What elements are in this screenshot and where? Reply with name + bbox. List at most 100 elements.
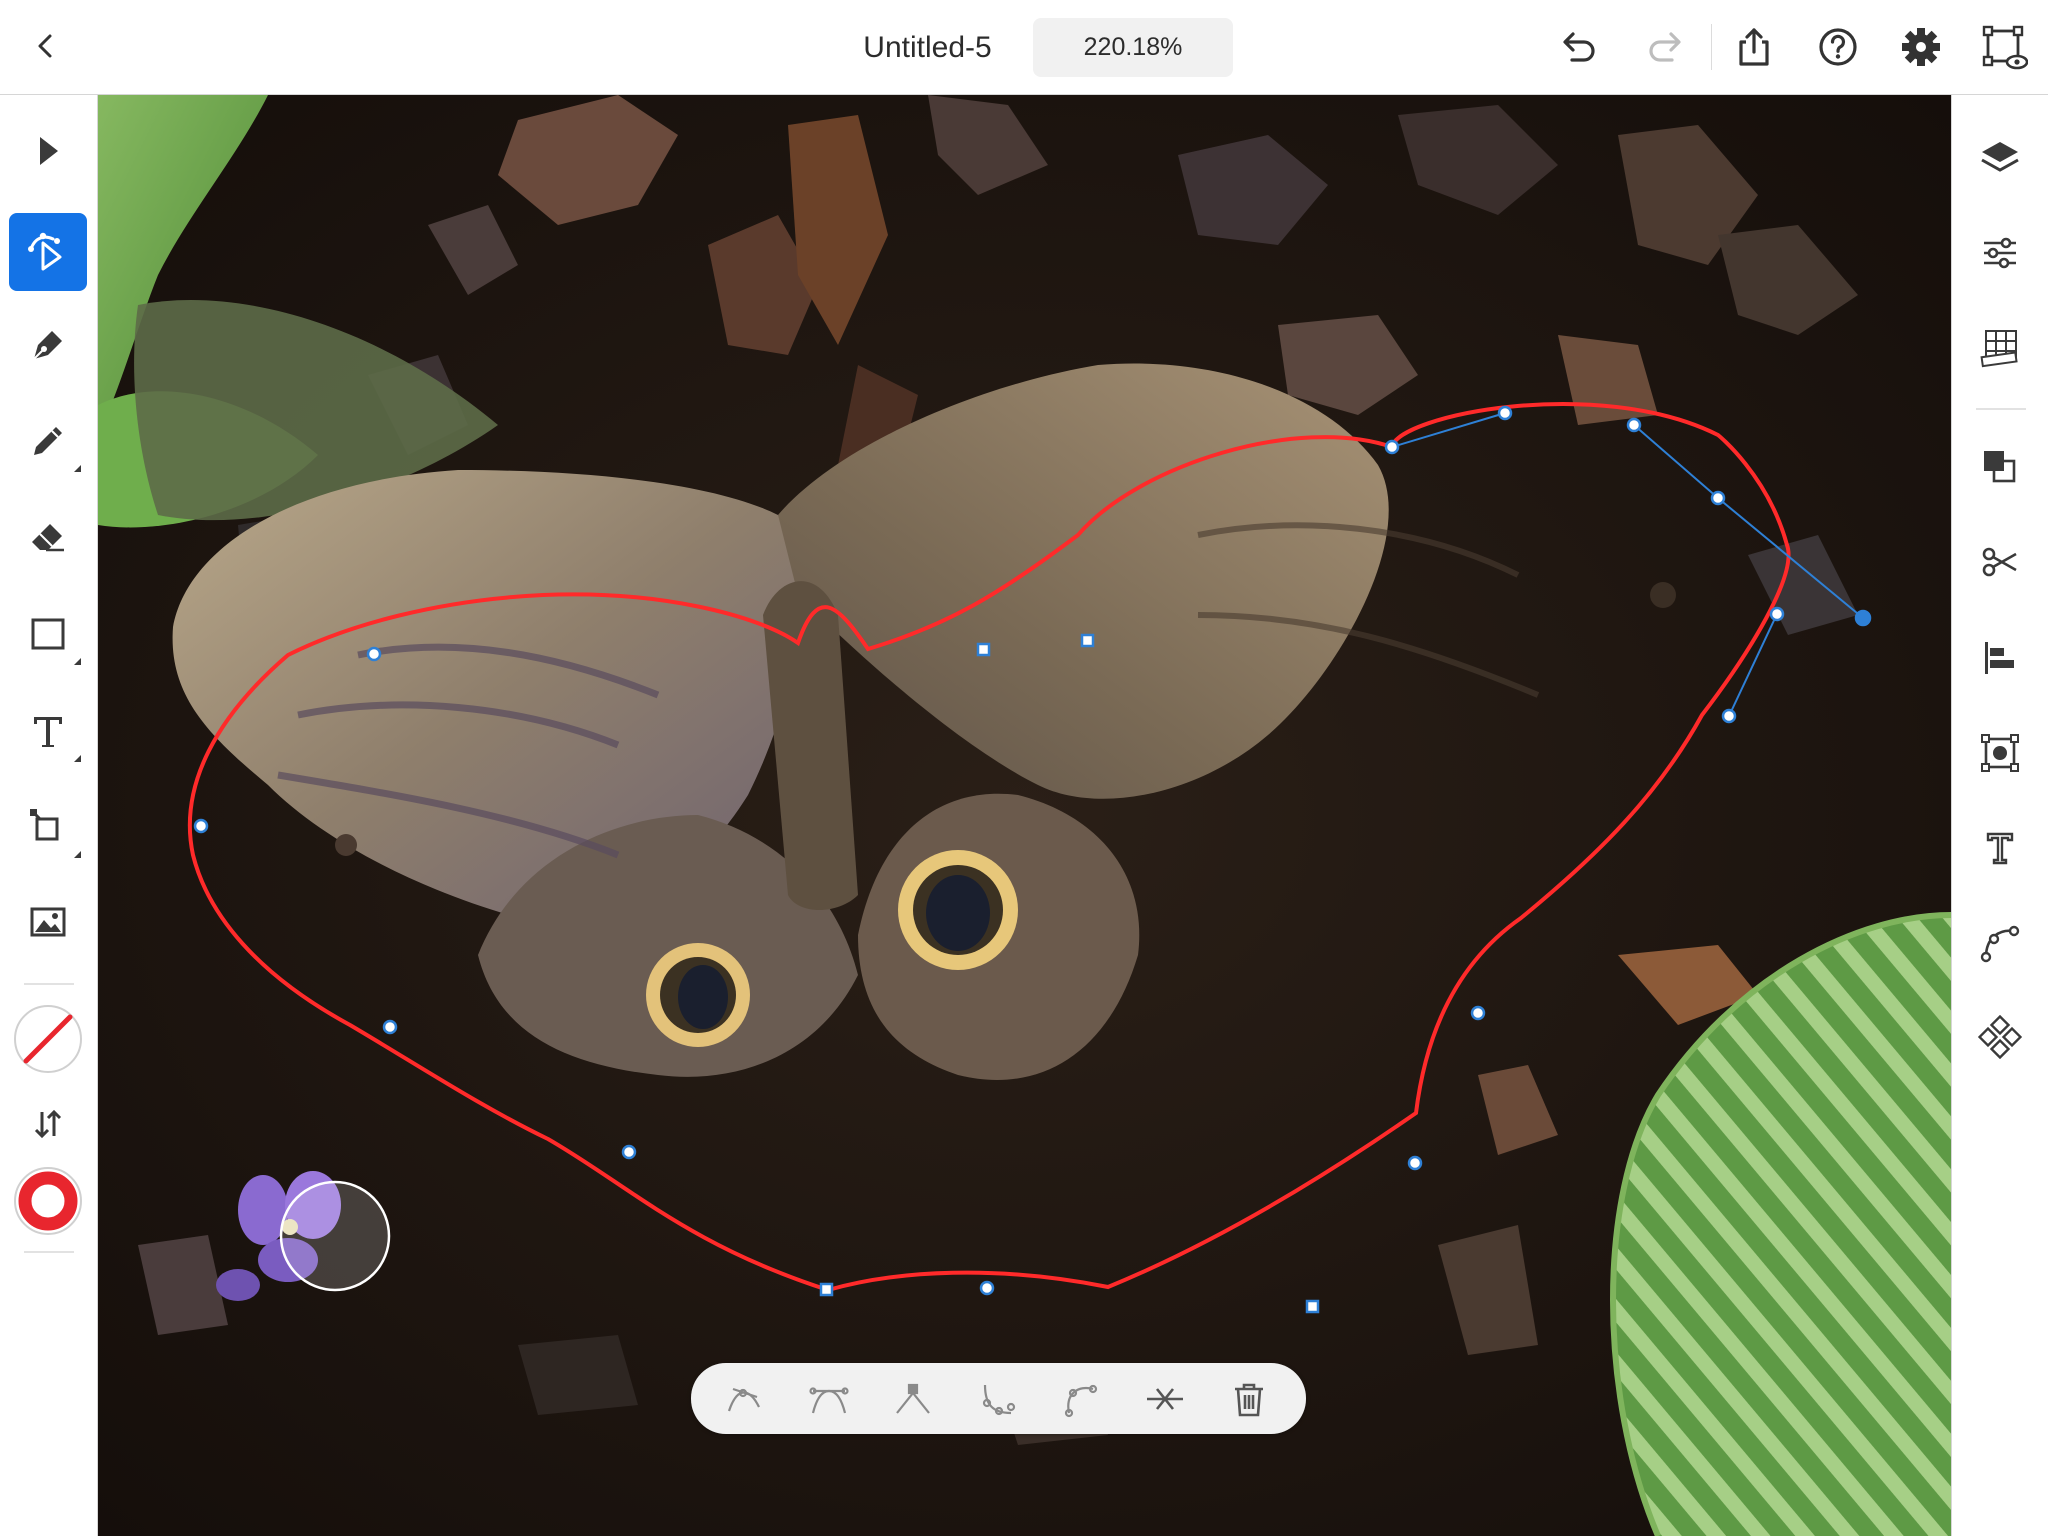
toolbar-divider [1711,24,1712,70]
repeat-panel-button[interactable] [1970,1007,2030,1067]
fill-none-swatch-icon [14,1005,82,1073]
handle-point[interactable] [1626,417,1642,433]
anchor-point[interactable] [1384,439,1400,455]
canvas[interactable] [98,95,1951,1536]
properties-panel-button[interactable] [1970,223,2030,283]
anchor-point[interactable] [1721,708,1737,724]
panel-rail [1951,95,2048,1536]
transform-more-indicator [74,851,81,858]
preview-button[interactable] [1980,22,2029,72]
delete-anchor-button[interactable] [1225,1375,1273,1423]
shape-tool[interactable] [9,595,87,673]
undo-icon [1563,32,1595,62]
repeat-icon [1978,1015,2022,1059]
touch-indicator [279,1180,391,1292]
back-icon [38,34,52,58]
curve-anchor-icon [1064,1384,1098,1418]
swap-fill-stroke-button[interactable] [9,1095,87,1153]
add-anchor-button[interactable] [973,1375,1021,1423]
pathfinder-panel-button[interactable] [1970,437,2030,497]
redo-icon [1649,32,1681,62]
share-icon [1739,28,1769,66]
anchor-point-toolbar [691,1363,1306,1434]
smooth-anchor-icon [727,1387,760,1412]
share-button[interactable] [1730,22,1778,72]
eraser-tool[interactable] [9,497,87,575]
anchor-point[interactable] [1080,633,1095,648]
anchor-point[interactable] [1710,490,1726,506]
settings-button[interactable] [1897,22,1945,72]
pencil-more-indicator [74,465,81,472]
pen-tool[interactable] [9,306,87,384]
anchor-point[interactable] [382,1019,398,1035]
stroke-swatch-icon [14,1167,82,1235]
anchor-point[interactable] [621,1144,637,1160]
path-panel-button[interactable] [1970,913,2030,973]
anchor-point[interactable] [976,642,991,657]
shape-more-indicator [74,658,81,665]
curve-anchor-button[interactable] [1057,1375,1105,1423]
transform-tool[interactable] [9,788,87,866]
cut-panel-button[interactable] [1970,532,2030,592]
pathfinder-icon [1984,451,2016,483]
corner-anchor-button[interactable] [889,1375,937,1423]
convert-anchor-button[interactable] [805,1375,853,1423]
handle-point[interactable] [1497,405,1513,421]
rail-divider [1976,408,2026,410]
rail-divider [24,983,74,985]
help-button[interactable] [1814,22,1862,72]
stroke-swatch[interactable] [9,1162,87,1240]
image-trace-panel-button[interactable] [1970,723,2030,783]
path-icon [1980,925,2020,963]
direct-select-tool[interactable] [9,213,87,291]
tool-rail [0,95,98,1536]
align-panel-button[interactable] [1970,628,2030,688]
fill-swatch[interactable] [9,1000,87,1078]
select-tool[interactable] [9,112,87,190]
convert-anchor-icon [809,1387,849,1414]
help-icon [1819,28,1857,66]
type-panel-icon [1986,832,2014,865]
document-title[interactable]: Untitled-5 [800,28,1055,68]
corner-anchor-icon [896,1383,930,1414]
smooth-anchor-button[interactable] [721,1375,769,1423]
type-panel-button[interactable] [1970,818,2030,878]
rectangle-icon [31,618,65,650]
back-button[interactable] [24,24,68,68]
pencil-tool[interactable] [9,402,87,480]
align-icon [1985,642,2014,674]
top-bar: Untitled-5 220.18% [0,0,2048,95]
handle-point[interactable] [1854,609,1872,627]
cut-path-icon [1147,1388,1183,1410]
scissors-icon [1982,547,2017,577]
zoom-level[interactable]: 220.18% [1033,18,1233,77]
type-icon [34,717,62,747]
handle-point[interactable] [1769,606,1785,622]
anchor-point[interactable] [1305,1299,1320,1314]
sliders-icon [1984,237,2016,269]
layers-panel-button[interactable] [1970,128,2030,188]
artwork [98,95,1951,1536]
preview-icon [1982,25,2029,70]
anchor-point[interactable] [366,646,382,662]
anchor-point[interactable] [193,818,209,834]
eraser-icon [32,524,64,552]
anchor-point[interactable] [979,1280,995,1296]
add-anchor-icon [982,1384,1016,1416]
type-tool[interactable] [9,692,87,770]
anchor-point[interactable] [819,1282,834,1297]
rail-divider [24,1251,74,1253]
anchor-point[interactable] [1470,1005,1486,1021]
settings-icon [1902,28,1940,66]
redo-button[interactable] [1642,22,1690,72]
undo-button[interactable] [1554,22,1602,72]
grid-panel-button[interactable] [1970,317,2030,377]
anchor-point[interactable] [1407,1155,1423,1171]
transform-icon [30,809,59,841]
grid-ruler-icon [1980,330,2018,368]
trash-icon [1235,1383,1263,1417]
pen-icon [33,331,62,360]
cut-path-button[interactable] [1141,1375,1189,1423]
type-more-indicator [74,755,81,762]
place-image-tool[interactable] [9,883,87,961]
